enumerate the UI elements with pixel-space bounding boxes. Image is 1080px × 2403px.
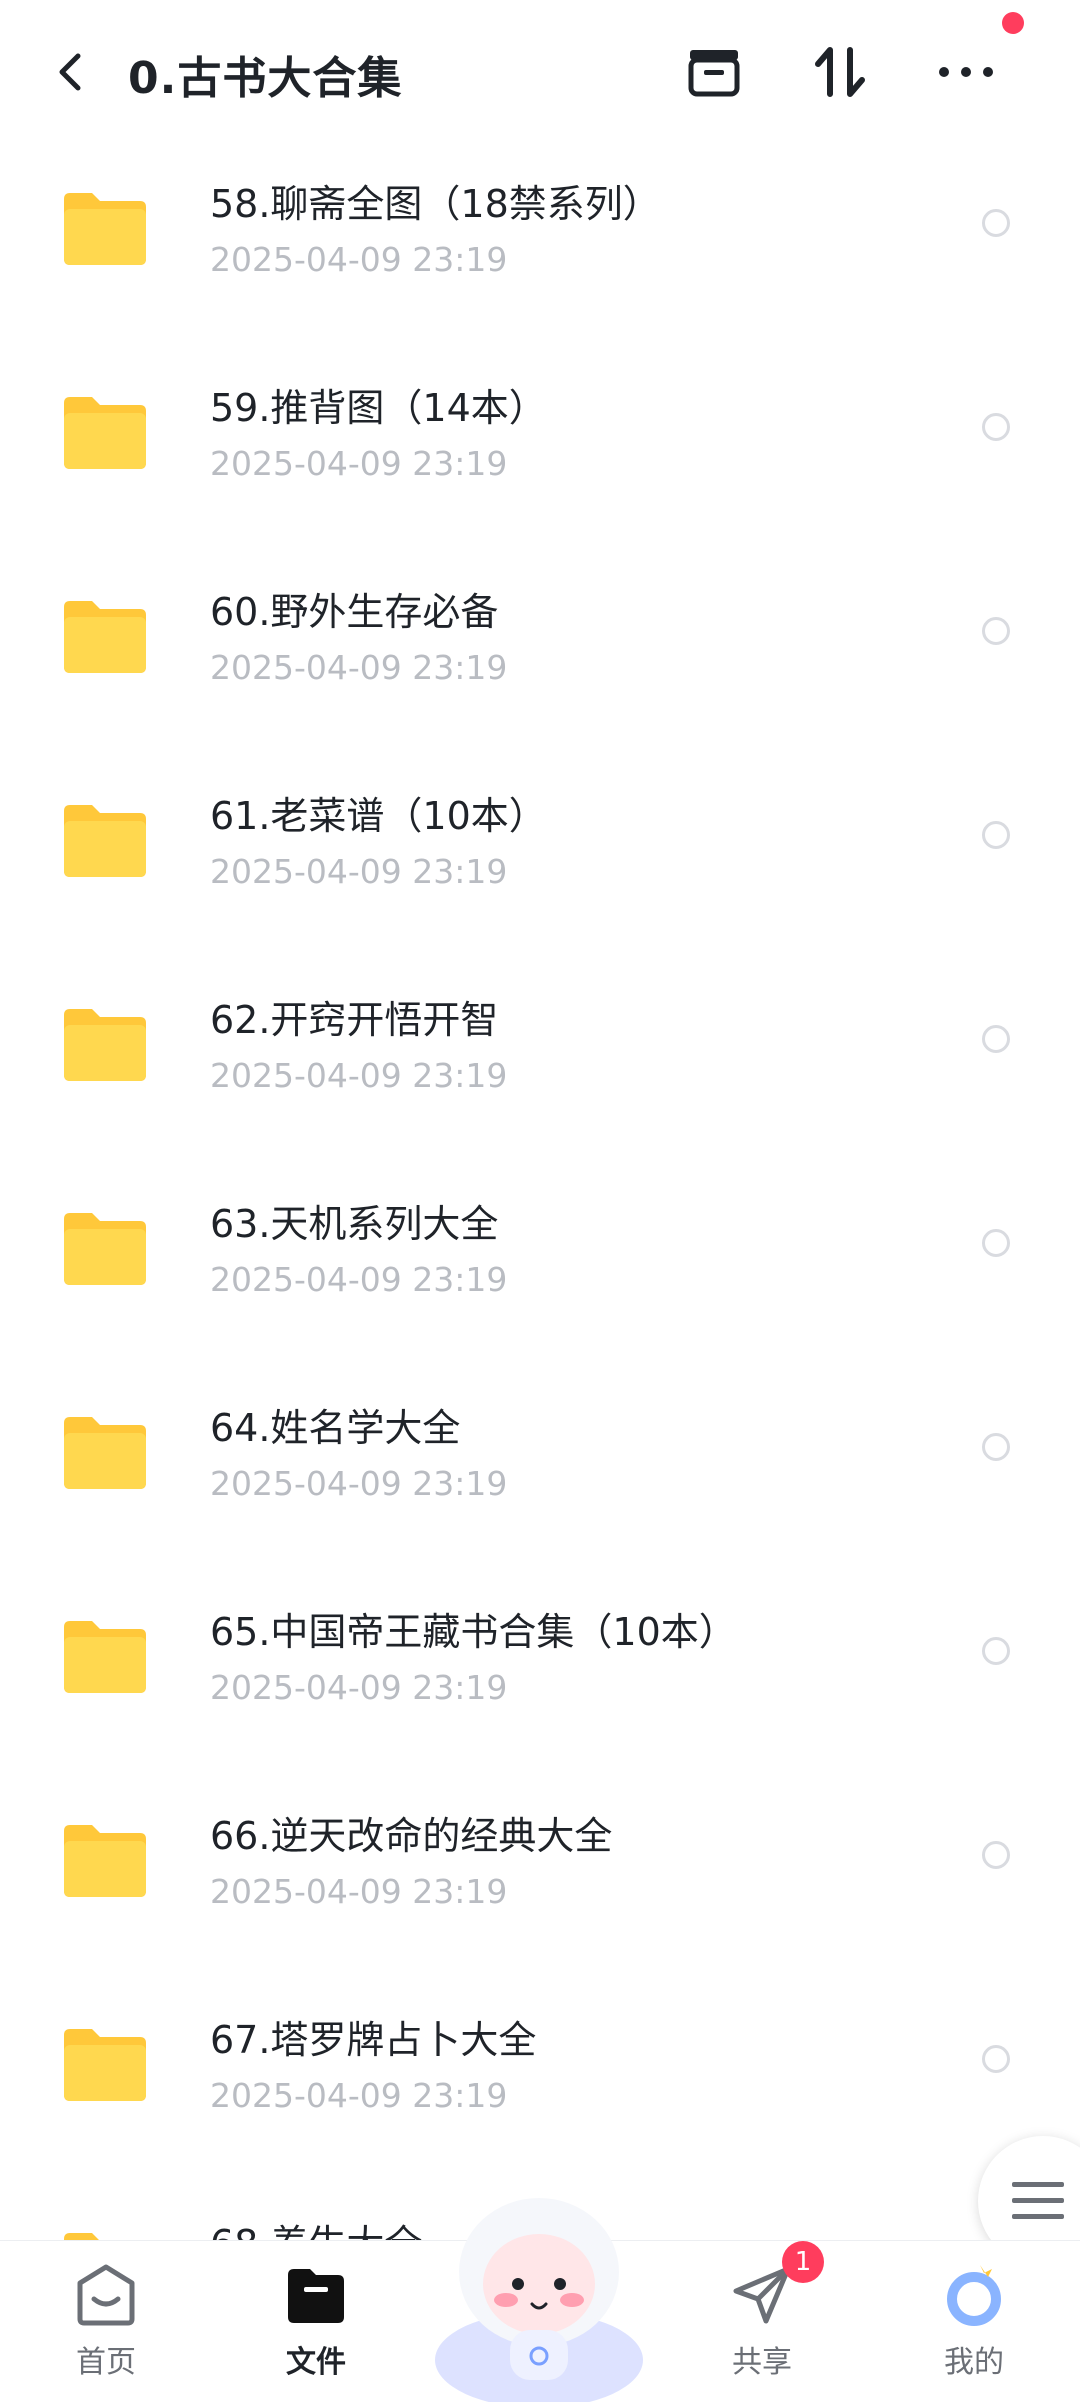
list-item[interactable]: 61.老菜谱（10本） 2025-04-09 23:19 [0, 757, 1080, 961]
file-name: 63.天机系列大全 [210, 1202, 499, 1246]
nav-home-label: 首页 [76, 2345, 136, 2380]
mascot-assistant-icon[interactable] [432, 2180, 646, 2402]
file-date: 2025-04-09 23:19 [210, 1872, 508, 1911]
folder-icon [64, 2029, 146, 2101]
folder-icon [64, 1621, 146, 1693]
select-checkbox[interactable] [982, 617, 1010, 645]
folder-icon [64, 397, 146, 469]
select-checkbox[interactable] [982, 413, 1010, 441]
select-checkbox[interactable] [982, 1433, 1010, 1461]
file-name: 66.逆天改命的经典大全 [210, 1814, 613, 1858]
top-bar: 0.古书大合集 [0, 0, 1080, 145]
folder-icon [64, 601, 146, 673]
select-checkbox[interactable] [982, 821, 1010, 849]
nav-me-label: 我的 [944, 2345, 1004, 2380]
select-checkbox[interactable] [982, 1025, 1010, 1053]
select-checkbox[interactable] [982, 1637, 1010, 1665]
file-name: 60.野外生存必备 [210, 590, 499, 634]
select-checkbox[interactable] [982, 209, 1010, 237]
file-name: 67.塔罗牌占卜大全 [210, 2018, 537, 2062]
sort-icon[interactable] [808, 40, 872, 104]
select-checkbox[interactable] [982, 1841, 1010, 1869]
menu-icon [1012, 2182, 1064, 2219]
list-item[interactable]: 66.逆天改命的经典大全 2025-04-09 23:19 [0, 1777, 1080, 1981]
folder-icon [64, 1417, 146, 1489]
folder-icon [64, 193, 146, 265]
nav-files[interactable]: 文件 [236, 2241, 396, 2403]
file-list: 58.聊斋全图（18禁系列） 2025-04-09 23:19 59.推背图（1… [0, 145, 1080, 2240]
file-date: 2025-04-09 23:19 [210, 1056, 508, 1095]
file-name: 68.养生大全 [210, 2213, 422, 2240]
folder-icon [64, 1009, 146, 1081]
file-date: 2025-04-09 23:19 [210, 240, 508, 279]
archive-icon[interactable] [682, 40, 746, 104]
nav-home[interactable]: 首页 [26, 2241, 186, 2403]
folder-icon [64, 2233, 99, 2240]
notification-dot [1002, 12, 1024, 34]
nav-me[interactable]: 我的 [894, 2241, 1054, 2403]
list-item[interactable]: 65.中国帝王藏书合集（10本） 2025-04-09 23:19 [0, 1573, 1080, 1777]
list-item[interactable]: 58.聊斋全图（18禁系列） 2025-04-09 23:19 [0, 145, 1080, 349]
back-icon[interactable] [52, 50, 92, 94]
file-date: 2025-04-09 23:19 [210, 648, 508, 687]
file-date: 2025-04-09 23:19 [210, 2076, 508, 2115]
file-name: 62.开窍开悟开智 [210, 998, 499, 1042]
select-checkbox[interactable] [982, 2045, 1010, 2073]
file-date: 2025-04-09 23:19 [210, 1464, 508, 1503]
file-date: 2025-04-09 23:19 [210, 1668, 508, 1707]
file-name: 59.推背图（14本） [210, 386, 547, 430]
folder-icon [64, 1213, 146, 1285]
file-name: 58.聊斋全图（18禁系列） [210, 182, 661, 226]
share-badge: 1 [782, 2241, 824, 2283]
file-name: 65.中国帝王藏书合集（10本） [210, 1610, 737, 1654]
list-item[interactable]: 64.姓名学大全 2025-04-09 23:19 [0, 1369, 1080, 1573]
file-name: 61.老菜谱（10本） [210, 794, 547, 838]
folder-icon [64, 1825, 146, 1897]
folder-icon [64, 805, 146, 877]
list-item[interactable]: 60.野外生存必备 2025-04-09 23:19 [0, 553, 1080, 757]
more-icon[interactable] [934, 40, 998, 104]
files-icon [288, 2269, 344, 2323]
file-date: 2025-04-09 23:19 [210, 444, 508, 483]
list-item[interactable]: 62.开窍开悟开智 2025-04-09 23:19 [0, 961, 1080, 1165]
nav-files-label: 文件 [286, 2345, 346, 2380]
file-name: 64.姓名学大全 [210, 1406, 461, 1450]
list-item[interactable]: 67.塔罗牌占卜大全 2025-04-09 23:19 [0, 1981, 1080, 2185]
nav-share-label: 共享 [732, 2345, 792, 2380]
home-icon [77, 2264, 135, 2326]
select-checkbox[interactable] [982, 1229, 1010, 1257]
list-item[interactable]: 59.推背图（14本） 2025-04-09 23:19 [0, 349, 1080, 553]
nav-share[interactable]: 1 共享 [682, 2241, 842, 2403]
page-title: 0.古书大合集 [128, 53, 403, 104]
file-date: 2025-04-09 23:19 [210, 852, 508, 891]
file-date: 2025-04-09 23:19 [210, 1260, 508, 1299]
profile-icon [947, 2265, 1001, 2326]
list-item[interactable]: 63.天机系列大全 2025-04-09 23:19 [0, 1165, 1080, 1369]
